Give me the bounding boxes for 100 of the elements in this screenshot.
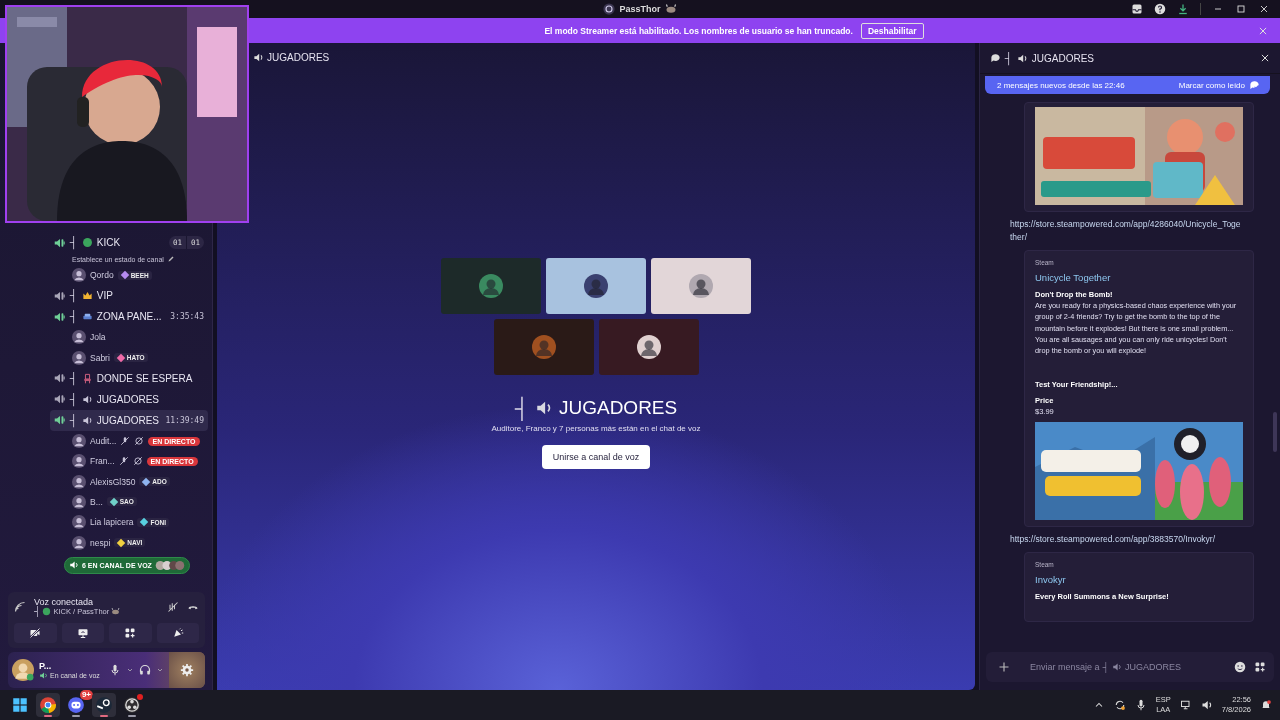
avatar-icon [584,274,608,298]
voice-channel[interactable]: ┤ ZONA PANE... 3:35:43 [50,306,208,328]
user-name[interactable]: nespi [90,537,111,548]
channel-title: JUGADORES [267,52,330,63]
taskbar-button[interactable] [92,693,116,717]
channel-name: DONDE SE ESPERA [96,372,193,384]
channel-prefix: ┤ [1005,52,1013,64]
avatar-icon [72,350,86,365]
soundboard-icon [171,627,184,639]
speaker-icon [69,560,79,571]
volume-icon[interactable] [1200,699,1213,711]
close-icon[interactable] [1260,53,1270,63]
user-name[interactable]: Qordo [90,270,114,281]
new-messages-text: 2 mensajes nuevos desde las 22:46 [997,80,1125,90]
sync-icon[interactable] [1113,699,1126,711]
soundboard-button[interactable] [156,623,199,643]
avatar-icon [531,335,556,359]
speaker-icon [534,399,553,417]
chat-title: JUGADORES [1031,52,1095,64]
add-icon[interactable] [998,661,1010,673]
channel-name: JUGADORES [96,393,160,405]
participant-tile[interactable] [493,319,594,375]
mark-read-icon [1249,79,1260,91]
microphone-icon[interactable] [1134,699,1147,711]
participant-tile[interactable] [651,258,751,314]
participant-tile[interactable] [546,258,646,314]
camera-off-icon [132,456,143,467]
apps-icon[interactable] [1254,661,1266,673]
elapsed-time: 3:35:43 [170,312,204,322]
buffalo-icon [664,3,677,15]
user-name: P... [39,660,53,671]
voice-channel[interactable]: ┤ VIP [50,285,208,307]
voice-channel[interactable]: ┤ JUGADORES 11:39:49 [50,409,208,431]
participant-tile[interactable] [598,319,699,375]
headphones-icon[interactable] [139,664,151,676]
notification-icon[interactable] [1260,699,1272,711]
microphone-icon[interactable] [109,664,121,676]
download-icon[interactable] [1177,3,1189,15]
mark-read-link[interactable]: Marcar como leído [1178,80,1245,90]
help-icon[interactable] [1154,3,1166,15]
embed-title[interactable]: Invokyr [1035,574,1243,586]
avatar-icon [479,274,503,298]
channel-prefix: ┤ [70,414,78,426]
channel-title: JUGADORES [558,397,678,419]
start-icon [11,696,29,714]
embed-title[interactable]: Unicycle Together [1035,272,1243,283]
disable-button[interactable]: Deshabilitar [860,22,924,39]
inbox-icon[interactable] [1131,3,1143,15]
voice-channel[interactable]: ┤ JUGADORES [50,388,208,410]
chevron-down-icon[interactable] [126,666,134,674]
channel-prefix: ┤ [70,372,78,384]
maximize-icon[interactable] [1235,3,1247,15]
user-name[interactable]: Fran... [90,456,115,467]
new-messages-bar[interactable]: 2 mensajes nuevos desde las 22:46 Marcar como leído [985,76,1270,94]
status-dot-icon [81,237,93,248]
channel-prefix: ┤ [70,290,78,302]
network-icon[interactable] [1179,699,1192,711]
taskbar-button[interactable] [36,693,60,717]
avatar-icon [72,515,86,530]
user-name[interactable]: Sabri [90,352,110,363]
join-voice-button[interactable]: Unirse a canal de voz [541,445,651,469]
speaker-icon [39,670,48,680]
user-name[interactable]: Audit... [90,436,117,447]
browser-icon [39,696,57,714]
activities-button[interactable] [109,623,152,643]
camera-off-icon [29,627,42,639]
user-name[interactable]: Jola [90,332,106,343]
streamer-mode-notice: El modo Streamer está habilitado. Los nombres de usuario se han truncado. [544,25,853,36]
settings-icon[interactable] [180,663,194,677]
emoji-icon[interactable] [1234,661,1246,673]
camera-off-button[interactable] [14,623,57,643]
avatar-icon [12,659,34,681]
voice-channel[interactable]: ┤ DONDE SE ESPERA [50,367,208,389]
channel-name: JUGADORES [96,414,160,426]
speaker-icon [253,52,264,63]
crown-icon [81,290,93,302]
user-name[interactable]: AlexisGl350 [90,476,136,487]
channel-prefix: ┤ [70,393,78,405]
screen-share-button[interactable] [61,623,104,643]
avatar-icon [689,274,713,298]
avatar-icon [72,474,86,489]
message-link[interactable]: https://store.steampowered.com/app/4286040/Unicycle_Together/ [1010,218,1242,244]
channel-prefix: ┤ [70,237,78,248]
close-icon[interactable] [1258,3,1270,15]
noise-off-icon[interactable] [167,600,179,613]
chair-icon [81,372,93,384]
chevron-down-icon[interactable] [156,666,164,674]
speaker-icon [81,393,93,405]
message-link[interactable]: https://store.steampowered.com/app/3883570/Invokyr/ [1010,533,1242,547]
screen-share-icon [76,627,89,639]
avatar-icon [72,494,86,509]
status-dot-icon [42,607,52,616]
recorder-icon [123,696,141,714]
game-store-icon [95,696,113,714]
channel-name: KICK [96,237,121,248]
pencil-icon[interactable] [166,255,175,263]
user-name[interactable]: B... [90,496,103,507]
user-name[interactable]: Lia lapicera [90,517,134,528]
avatar-icon [72,454,86,469]
participant-tile[interactable] [441,258,541,314]
